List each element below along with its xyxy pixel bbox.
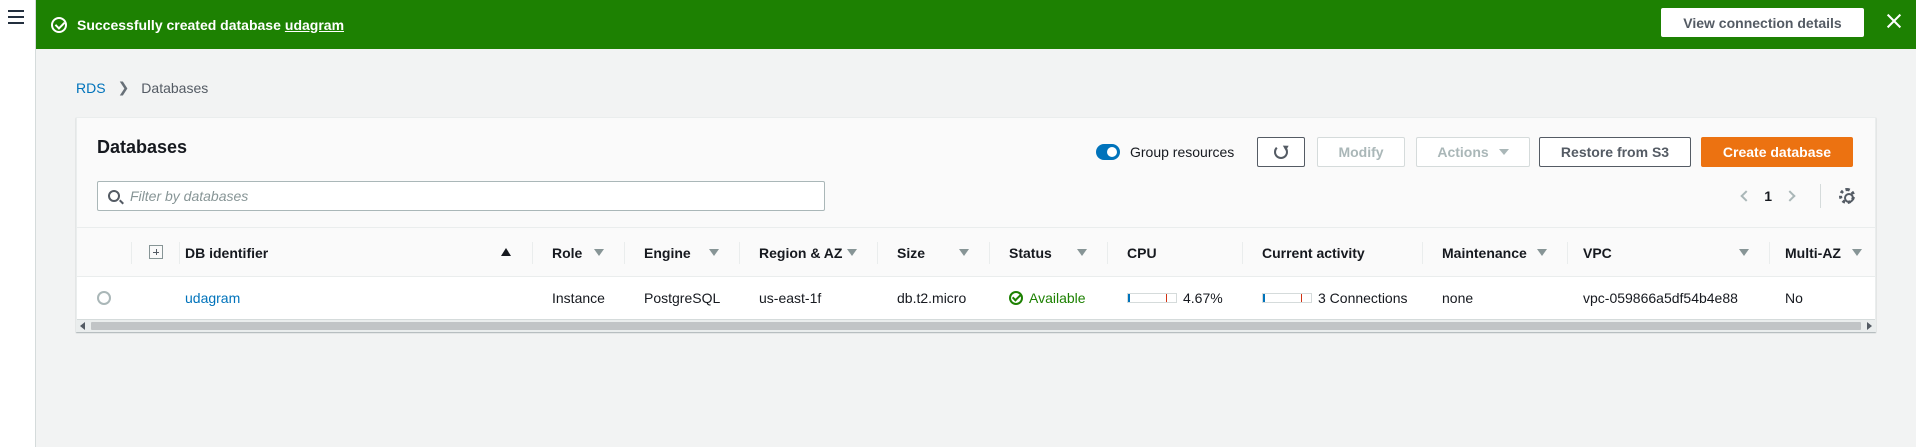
caret-down-icon <box>1498 149 1509 155</box>
view-connection-details-button[interactable]: View connection details <box>1661 8 1864 37</box>
column-header-size[interactable]: Size <box>897 228 925 277</box>
column-header-role[interactable]: Role <box>552 228 582 277</box>
engine-cell: PostgreSQL <box>644 290 721 306</box>
chevron-left-icon[interactable] <box>1740 190 1752 202</box>
column-header-vpc[interactable]: VPC <box>1583 228 1612 277</box>
column-header-db-identifier[interactable]: DB identifier <box>185 228 268 277</box>
maintenance-cell: none <box>1442 290 1474 306</box>
databases-panel: Databases Group resources Modify Actions… <box>76 117 1876 332</box>
column-header-engine[interactable]: Engine <box>644 228 691 277</box>
modify-button[interactable]: Modify <box>1317 137 1405 167</box>
scrollbar-thumb[interactable] <box>91 322 1861 330</box>
group-resources-toggle[interactable]: Group resources <box>1096 144 1234 160</box>
actions-label: Actions <box>1437 144 1489 160</box>
table-header: DB identifier Role Engine Region & AZ Si… <box>77 227 1875 277</box>
region-cell: us-east-1f <box>759 290 822 306</box>
page-title: Databases <box>97 137 188 157</box>
sort-icon[interactable] <box>959 249 969 256</box>
gear-icon[interactable] <box>1839 188 1855 204</box>
expand-all-icon[interactable] <box>149 245 163 259</box>
size-cell: db.t2.micro <box>897 290 967 306</box>
refresh-icon <box>1274 145 1288 159</box>
page-number[interactable]: 1 <box>1764 188 1772 204</box>
success-check-icon <box>51 16 67 33</box>
scroll-left-icon[interactable] <box>80 322 85 330</box>
chevron-right-icon: ❯ <box>117 79 130 95</box>
breadcrumb: RDS ❯ Databases <box>76 79 208 96</box>
sort-icon[interactable] <box>847 249 857 256</box>
close-icon[interactable] <box>1886 13 1902 29</box>
sort-icon[interactable] <box>1537 249 1547 256</box>
success-flashbar: Successfully created database udagram Vi… <box>36 0 1916 49</box>
menu-icon[interactable] <box>8 10 24 24</box>
status-badge: Available <box>1009 290 1086 306</box>
flash-db-link[interactable]: udagram <box>285 17 344 33</box>
panel-header: Databases Group resources Modify Actions… <box>77 118 1875 227</box>
actions-dropdown[interactable]: Actions <box>1416 137 1530 167</box>
column-header-region[interactable]: Region & AZ <box>759 228 842 277</box>
column-header-maintenance[interactable]: Maintenance <box>1442 228 1527 277</box>
filter-input[interactable] <box>130 188 810 204</box>
sort-ascending-icon[interactable] <box>501 248 511 256</box>
side-navigation <box>0 0 36 447</box>
cpu-usage-bar <box>1127 293 1177 303</box>
column-header-current-activity[interactable]: Current activity <box>1262 228 1365 277</box>
restore-from-s3-button[interactable]: Restore from S3 <box>1539 137 1691 167</box>
filter-box <box>97 181 825 211</box>
scroll-right-icon[interactable] <box>1867 322 1872 330</box>
search-icon <box>108 190 120 202</box>
create-database-button[interactable]: Create database <box>1701 137 1853 167</box>
breadcrumb-current: Databases <box>141 79 209 96</box>
toggle-switch[interactable] <box>1096 144 1120 160</box>
sort-icon[interactable] <box>1852 249 1862 256</box>
row-select-radio[interactable] <box>97 291 111 305</box>
check-circle-icon <box>1009 291 1023 305</box>
column-header-status[interactable]: Status <box>1009 228 1052 277</box>
flash-message: Successfully created database <box>77 16 281 33</box>
sort-icon[interactable] <box>709 249 719 256</box>
breadcrumb-rds-link[interactable]: RDS <box>76 80 106 96</box>
sort-icon[interactable] <box>594 249 604 256</box>
db-identifier-link[interactable]: udagram <box>185 290 240 306</box>
sort-icon[interactable] <box>1077 249 1087 256</box>
multi-az-cell: No <box>1785 290 1803 306</box>
cpu-usage-fill <box>1128 294 1130 302</box>
activity-bar <box>1262 293 1312 303</box>
column-header-cpu[interactable]: CPU <box>1127 228 1157 277</box>
vpc-cell: vpc-059866a5df54b4e88 <box>1583 290 1738 306</box>
sort-icon[interactable] <box>1739 249 1749 256</box>
chevron-right-icon[interactable] <box>1784 190 1796 202</box>
group-resources-label: Group resources <box>1130 144 1235 160</box>
role-cell: Instance <box>552 290 605 306</box>
status-text: Available <box>1029 290 1086 306</box>
horizontal-scrollbar[interactable] <box>77 319 1875 332</box>
pagination: 1 <box>1740 181 1875 211</box>
column-header-multi-az[interactable]: Multi-AZ <box>1785 228 1841 277</box>
table-row[interactable]: udagram Instance PostgreSQL us-east-1f d… <box>77 277 1875 319</box>
activity-value: 3 Connections <box>1318 290 1408 306</box>
cpu-value: 4.67% <box>1183 290 1223 306</box>
refresh-button[interactable] <box>1257 137 1305 167</box>
